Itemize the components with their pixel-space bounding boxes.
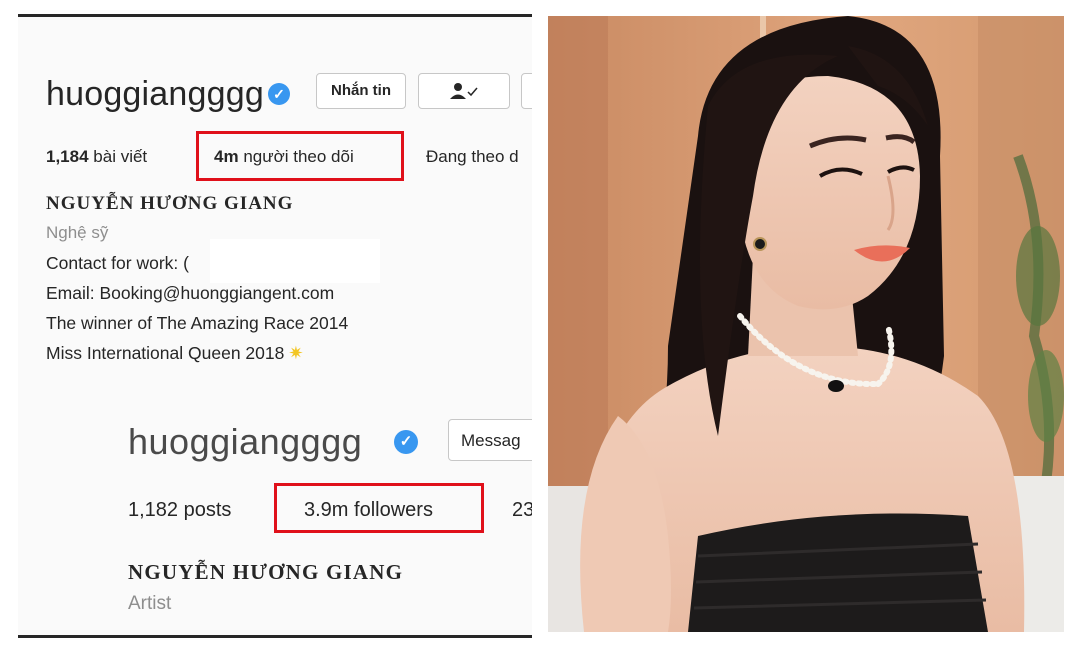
posts-stat: 1,184 bài viết <box>46 147 147 167</box>
bio-contact-line: Contact for work: ( <box>46 253 189 273</box>
bio-title-line: Miss International Queen 2018 ✷ <box>46 343 303 364</box>
posts-count: 1,184 <box>46 147 89 166</box>
old-profile-category: Artist <box>128 593 172 614</box>
more-options-button[interactable] <box>521 73 532 109</box>
posts-label: bài viết <box>93 147 148 166</box>
profile-full-name: NGUYỄN HƯƠNG GIANG <box>46 193 294 214</box>
redacted-contact-area <box>210 239 380 283</box>
old-posts-count: 1,182 <box>128 499 179 521</box>
old-posts-label: posts <box>183 499 232 521</box>
following-toggle-button[interactable] <box>418 73 510 109</box>
old-message-button[interactable]: Messag <box>448 419 532 461</box>
profile-category: Nghệ sỹ <box>46 223 109 242</box>
profile-username: huoggiangggg <box>46 75 264 113</box>
verified-badge-icon: ✓ <box>268 83 290 105</box>
followers-highlight-box <box>196 131 404 181</box>
old-following-stat[interactable]: 23 <box>512 499 532 522</box>
bio-email-line: Email: Booking@huonggiangent.com <box>46 283 335 303</box>
old-profile-username: huoggiangggg <box>128 421 363 462</box>
old-profile-full-name: NGUYỄN HƯƠNG GIANG <box>128 560 404 584</box>
portrait-photo <box>548 16 1064 632</box>
profile-screenshot-panel: huoggiangggg ✓ Nhắn tin 1,184 bài viết 4… <box>18 14 532 638</box>
old-followers-highlight-box <box>274 483 484 533</box>
message-button[interactable]: Nhắn tin <box>316 73 406 109</box>
bio-title-text: Miss International Queen 2018 <box>46 343 285 363</box>
verified-badge-icon: ✓ <box>394 430 418 454</box>
following-stat[interactable]: Đang theo d <box>426 147 519 167</box>
bio-award-line: The winner of The Amazing Race 2014 <box>46 313 349 333</box>
old-posts-stat: 1,182 posts <box>128 499 231 522</box>
portrait-illustration <box>548 16 1064 632</box>
sparkle-star-icon: ✷ <box>288 343 304 363</box>
follow-check-icon <box>450 83 478 99</box>
